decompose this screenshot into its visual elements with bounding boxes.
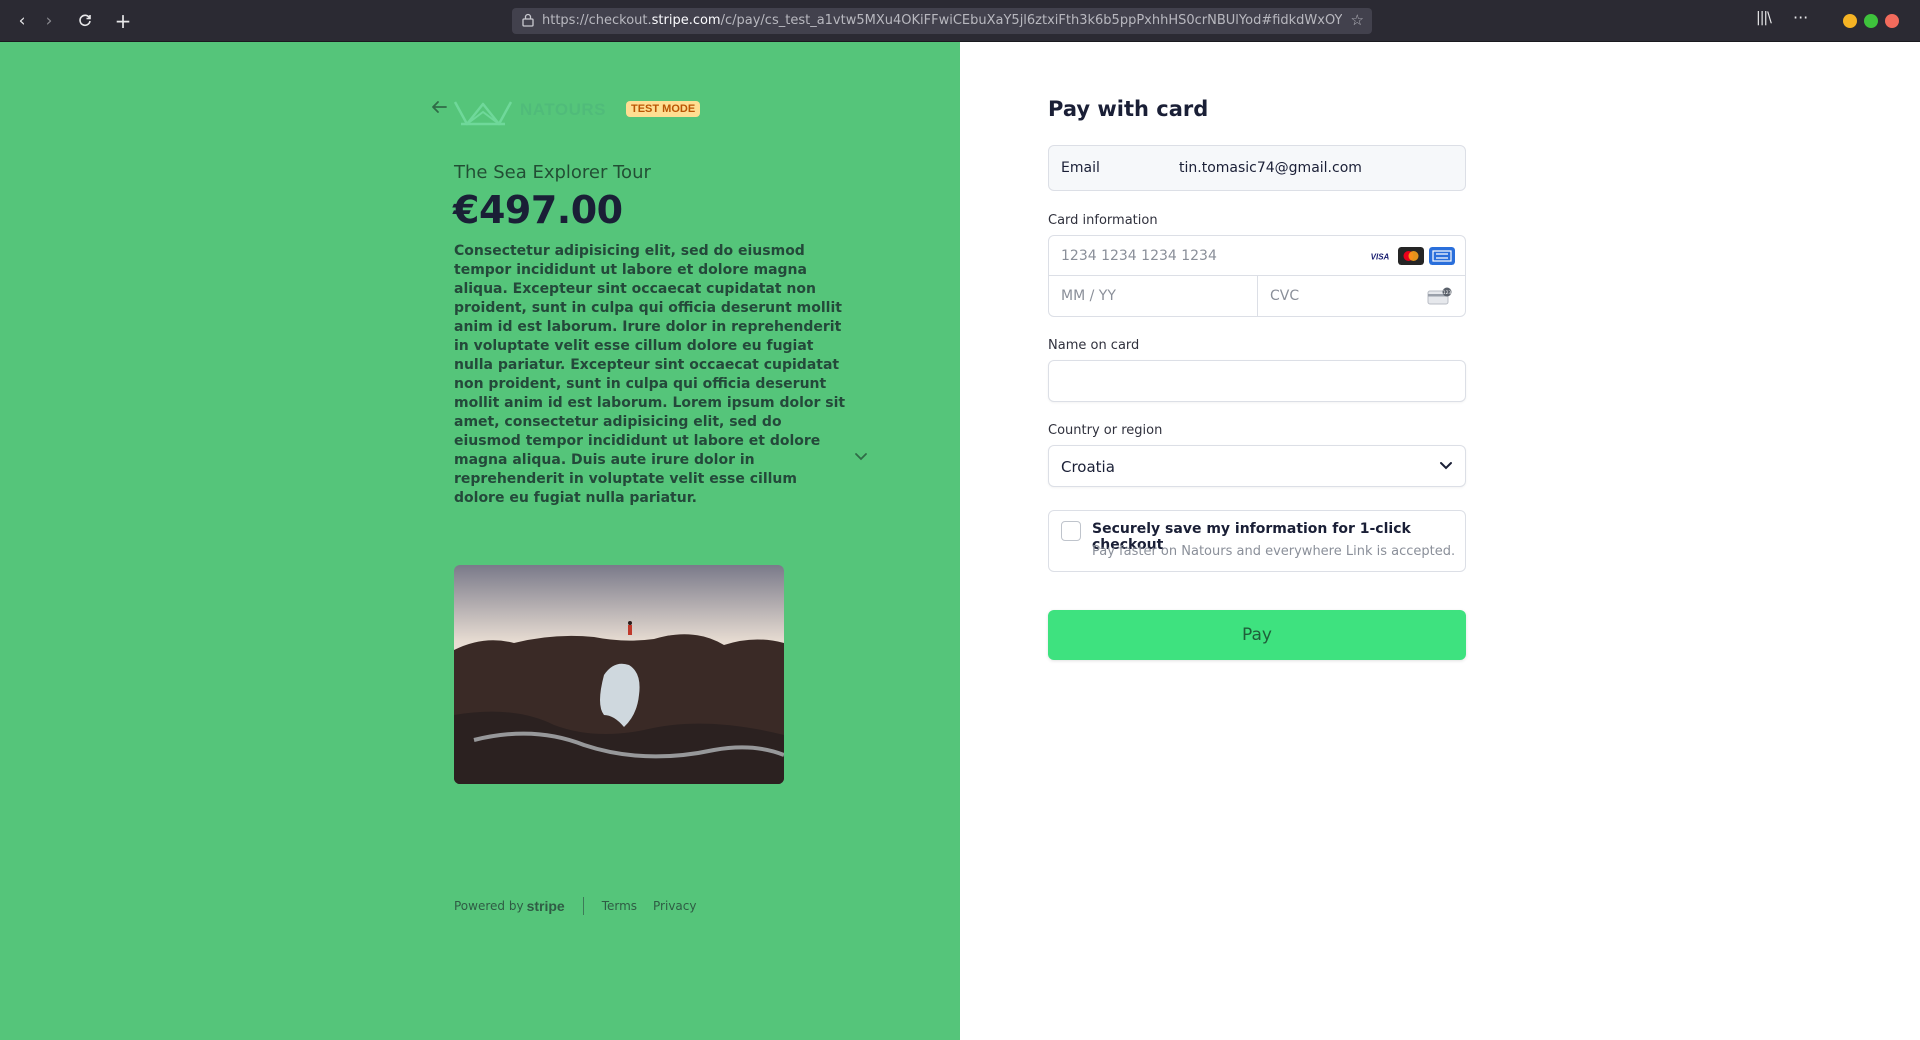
powered-by-label: Powered by (454, 899, 524, 913)
back-arrow-icon[interactable] (430, 99, 448, 115)
visa-icon: VISA (1367, 247, 1393, 265)
svg-text:123: 123 (1443, 290, 1452, 296)
country-select[interactable]: Croatia (1048, 445, 1466, 487)
stripe-logo[interactable]: stripe (527, 898, 565, 914)
cvc-placeholder: CVC (1270, 288, 1300, 304)
merchant-name: NATOURS (520, 100, 606, 119)
svg-text:VISA: VISA (1371, 253, 1390, 262)
card-cvc-input[interactable]: CVC 123 (1257, 276, 1465, 316)
reload-icon[interactable] (73, 9, 97, 33)
menu-more-icon[interactable]: ··· (1793, 8, 1808, 27)
maximize-dot[interactable] (1864, 14, 1878, 28)
checkout-footer: Powered by stripe Terms Privacy (454, 897, 712, 915)
save-info-subtitle: Pay faster on Natours and everywhere Lin… (1092, 544, 1456, 559)
bookmark-star-icon[interactable]: ☆ (1351, 11, 1364, 29)
terms-link[interactable]: Terms (602, 899, 637, 913)
url-text: https://checkout.stripe.com/c/pay/cs_tes… (542, 13, 1342, 28)
minimize-dot[interactable] (1843, 14, 1857, 28)
card-information-group: 1234 1234 1234 1234 VISA MM / YY CVC 123 (1048, 235, 1466, 317)
footer-divider (582, 897, 584, 915)
product-name: The Sea Explorer Tour (454, 162, 651, 183)
card-number-input[interactable]: 1234 1234 1234 1234 VISA (1049, 236, 1465, 276)
pay-button[interactable]: Pay (1048, 610, 1466, 660)
product-image (454, 565, 784, 784)
form-title: Pay with card (1048, 97, 1209, 121)
country-label: Country or region (1048, 423, 1163, 438)
name-on-card-label: Name on card (1048, 338, 1140, 353)
email-value: tin.tomasic74@gmail.com (1179, 160, 1362, 176)
back-icon[interactable]: ‹ (10, 9, 34, 33)
library-icon[interactable]: |||\ (1756, 10, 1772, 26)
lock-icon (522, 13, 534, 27)
privacy-link[interactable]: Privacy (653, 899, 696, 913)
new-tab-icon[interactable]: + (111, 9, 135, 33)
cvc-card-icon: 123 (1427, 287, 1452, 305)
card-number-placeholder: 1234 1234 1234 1234 (1061, 248, 1217, 264)
test-mode-badge: TEST MODE (626, 101, 701, 117)
product-price: €497.00 (453, 188, 623, 232)
close-dot[interactable] (1885, 14, 1899, 28)
country-value: Croatia (1061, 458, 1115, 476)
forward-icon[interactable]: › (37, 9, 61, 33)
card-brands: VISA (1367, 247, 1455, 265)
mastercard-icon (1398, 247, 1424, 265)
expiry-placeholder: MM / YY (1061, 288, 1116, 304)
email-field[interactable]: Email tin.tomasic74@gmail.com (1048, 145, 1466, 191)
save-info-option: Securely save my information for 1-click… (1048, 510, 1466, 572)
expand-chevron-icon[interactable] (854, 452, 868, 462)
save-info-checkbox[interactable] (1061, 521, 1081, 541)
natours-logo-icon (453, 101, 513, 126)
card-expiry-input[interactable]: MM / YY (1049, 276, 1257, 316)
name-on-card-input[interactable] (1048, 360, 1466, 402)
card-information-label: Card information (1048, 213, 1158, 228)
email-label: Email (1061, 160, 1100, 176)
order-summary-panel: NATOURS TEST MODE The Sea Explorer Tour … (0, 42, 960, 1040)
product-description: Consectetur adipisicing elit, sed do eiu… (454, 243, 846, 506)
address-bar[interactable]: https://checkout.stripe.com/c/pay/cs_tes… (512, 8, 1372, 34)
browser-toolbar: ‹ › + https://checkout.stripe.com/c/pay/… (0, 0, 1920, 42)
chevron-down-icon (1440, 462, 1452, 470)
amex-icon (1429, 247, 1455, 265)
